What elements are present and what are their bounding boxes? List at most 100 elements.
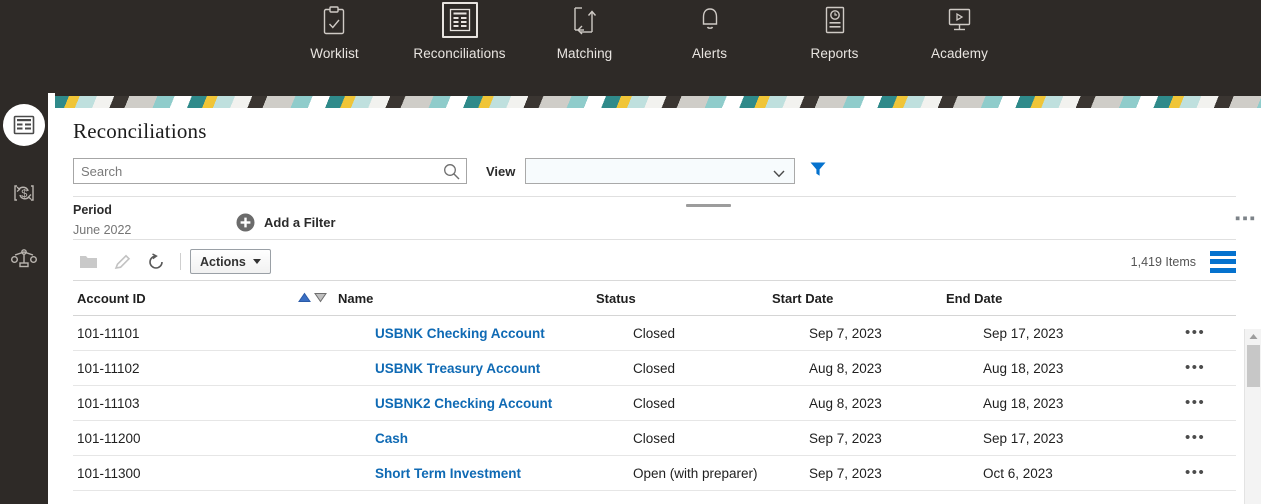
clipboard-check-icon (317, 2, 353, 38)
chevron-down-icon (772, 166, 786, 184)
nav-label: Matching (556, 46, 613, 61)
column-header-status[interactable]: Status (596, 291, 772, 306)
caret-down-icon (252, 259, 261, 264)
cell-start-date: Aug 8, 2023 (809, 395, 882, 411)
cell-status: Closed (633, 395, 676, 411)
cell-account-id: 101-11102 (77, 360, 140, 376)
actions-button[interactable]: Actions (190, 249, 271, 274)
open-folder-icon[interactable] (73, 249, 103, 275)
add-a-filter-button[interactable]: Add a Filter (236, 213, 336, 232)
refresh-icon[interactable] (141, 249, 171, 275)
page-title: Reconciliations (73, 119, 207, 143)
nav-item-academy[interactable]: Academy (897, 0, 1022, 61)
balance-scale-rail-icon (10, 246, 38, 277)
nav-item-reconciliations[interactable]: Reconciliations (397, 0, 522, 61)
nav-label: Worklist (310, 46, 359, 61)
plus-circle-icon (236, 213, 255, 232)
arrow-exchange-icon (567, 2, 603, 38)
cell-account-id: 101-11200 (77, 430, 141, 446)
nav-item-worklist[interactable]: Worklist (272, 0, 397, 61)
rail-item-reconciliations[interactable] (0, 97, 48, 153)
row-overflow-menu-icon[interactable]: ••• (1185, 395, 1205, 410)
cell-status: Open (with preparer) (633, 465, 758, 481)
nav-label: Academy (931, 46, 988, 61)
column-header-name[interactable]: Name (338, 291, 596, 306)
cell-name-link[interactable]: USBNK Treasury Account (375, 361, 633, 376)
filter-funnel-icon[interactable] (809, 160, 827, 183)
cell-start-date: Sep 7, 2023 (809, 430, 882, 446)
nav-label: Alerts (691, 46, 728, 61)
edit-pencil-icon[interactable] (107, 249, 137, 275)
bell-icon (692, 2, 728, 38)
table-row[interactable]: 101-11200 Cash Closed Sep 7, 2023 Sep 17… (73, 421, 1236, 456)
row-overflow-menu-icon[interactable]: ••• (1185, 465, 1205, 480)
cell-name-link[interactable]: Short Term Investment (375, 466, 633, 481)
table-row[interactable]: 101-11103 USBNK2 Checking Account Closed… (73, 386, 1236, 421)
top-navigation-bar: Worklist Reconciliations Matching Alerts… (0, 0, 1261, 93)
cell-end-date: Sep 17, 2023 (983, 430, 1064, 446)
rail-item-transaction-matching[interactable]: $ (0, 167, 48, 223)
period-filter-chip[interactable]: Period June 2022 (73, 203, 131, 237)
sort-ascending-icon[interactable] (298, 291, 311, 306)
cell-account-id: 101-11103 (77, 395, 140, 411)
nav-label: Reconciliations (413, 46, 506, 61)
cell-start-date: Aug 8, 2023 (809, 360, 882, 376)
search-field-wrapper[interactable] (73, 158, 467, 184)
item-count-label: 1,419 Items (1130, 254, 1196, 269)
svg-text:$: $ (21, 188, 27, 200)
view-select[interactable] (525, 158, 796, 184)
report-clock-icon (817, 2, 853, 38)
add-a-filter-label: Add a Filter (264, 215, 336, 230)
row-overflow-menu-icon[interactable]: ••• (1185, 430, 1205, 445)
search-and-view-row: View (73, 158, 827, 184)
row-overflow-menu-icon[interactable]: ••• (1185, 325, 1205, 340)
cell-end-date: Aug 18, 2023 (983, 360, 1064, 376)
view-label: View (486, 163, 516, 179)
transaction-matching-rail-icon: $ (11, 180, 37, 211)
left-rail: $ (0, 93, 48, 504)
content-panel: Reconciliations View (48, 93, 1261, 504)
row-overflow-menu-icon[interactable]: ••• (1185, 360, 1205, 375)
reconciliations-rail-icon (3, 104, 45, 146)
rail-item-balance-scale[interactable] (0, 233, 48, 289)
cell-status: Closed (633, 430, 676, 446)
actions-label: Actions (200, 254, 246, 269)
column-header-end-date[interactable]: End Date (946, 291, 1136, 306)
cell-account-id: 101-11300 (77, 465, 141, 481)
nav-item-reports[interactable]: Reports (772, 0, 897, 61)
app-root: Worklist Reconciliations Matching Alerts… (0, 0, 1261, 504)
scrollbar-thumb[interactable] (1246, 345, 1260, 387)
search-input[interactable] (74, 159, 466, 183)
cell-start-date: Sep 7, 2023 (809, 325, 882, 341)
list-document-icon (441, 2, 478, 38)
scroll-up-arrow-icon[interactable] (1245, 329, 1261, 344)
sort-descending-icon[interactable] (314, 291, 327, 306)
table-toolbar: Actions 1,419 Items (73, 243, 1236, 281)
reconciliations-table: Account ID Name Status Start Date End Da… (73, 282, 1236, 491)
cell-status: Closed (633, 360, 676, 376)
cell-name-link[interactable]: USBNK2 Checking Account (375, 396, 633, 411)
column-header-account-id[interactable]: Account ID (73, 291, 298, 306)
table-row[interactable]: 101-11300 Short Term Investment Open (wi… (73, 456, 1236, 491)
cell-name-link[interactable]: USBNK Checking Account (375, 326, 633, 341)
table-row[interactable]: 101-11102 USBNK Treasury Account Closed … (73, 351, 1236, 386)
nav-item-alerts[interactable]: Alerts (647, 0, 772, 61)
period-filter-value: June 2022 (73, 223, 132, 237)
list-view-toggle-icon[interactable] (1210, 250, 1236, 273)
table-header-row: Account ID Name Status Start Date End Da… (73, 282, 1236, 316)
filter-bar: Period June 2022 Add a Filter ▪▪▪ (73, 196, 1255, 240)
period-filter-label: Period (73, 203, 112, 217)
cell-end-date: Oct 6, 2023 (983, 465, 1053, 481)
cell-end-date: Sep 17, 2023 (983, 325, 1064, 341)
nav-label: Reports (810, 46, 859, 61)
column-header-start-date[interactable]: Start Date (772, 291, 946, 306)
nav-item-matching[interactable]: Matching (522, 0, 647, 61)
table-row[interactable]: 101-11101 USBNK Checking Account Closed … (73, 316, 1236, 351)
cell-name-link[interactable]: Cash (375, 431, 633, 446)
cell-status: Closed (633, 325, 676, 341)
sort-controls[interactable] (298, 291, 338, 306)
table-vertical-scrollbar[interactable] (1244, 329, 1261, 504)
filter-bar-overflow-menu[interactable]: ▪▪▪ (1235, 211, 1257, 226)
cell-start-date: Sep 7, 2023 (809, 465, 882, 481)
cell-account-id: 101-11101 (77, 325, 140, 341)
